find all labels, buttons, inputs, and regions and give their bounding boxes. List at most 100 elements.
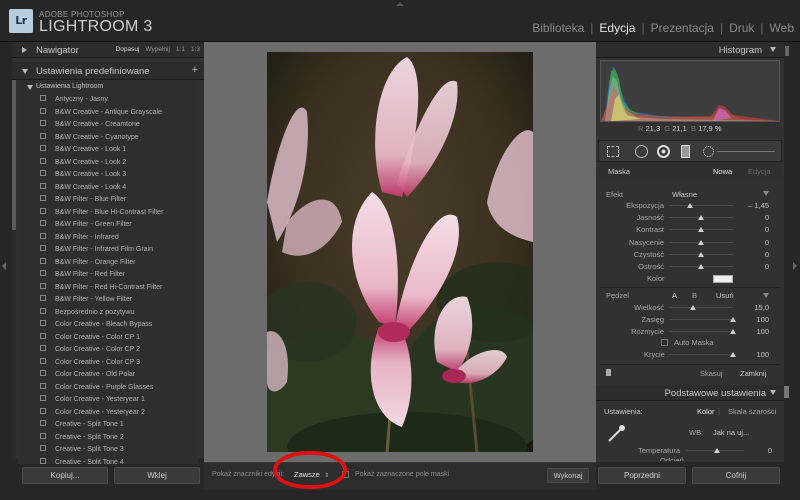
preset-item[interactable]: Color Creative - Bleach Bypass <box>40 320 152 332</box>
histogram-graph[interactable] <box>600 60 780 122</box>
brush-collapse-icon[interactable] <box>763 293 769 298</box>
temp-knob[interactable] <box>714 448 720 453</box>
reset-mask-button[interactable]: Skasuj <box>700 369 723 378</box>
folder-expand-icon[interactable] <box>27 85 33 90</box>
preset-item[interactable]: Color Creative - Color CP 1 <box>40 332 140 345</box>
slider-knob[interactable] <box>698 239 704 245</box>
slider-knob[interactable] <box>698 264 704 269</box>
presets-header[interactable]: Ustawienia predefiniowane + <box>12 62 204 80</box>
mask-edit-button[interactable]: Edycja <box>748 167 771 176</box>
preset-item[interactable]: B&W Creative - Look 3 <box>40 170 126 182</box>
preset-item[interactable]: Bezpośrednio z pozytywu <box>40 307 134 320</box>
slider-knob[interactable] <box>698 227 704 233</box>
module-library[interactable]: Biblioteka <box>532 21 584 35</box>
brush-b-button[interactable]: B <box>692 291 697 300</box>
effect-collapse-icon[interactable] <box>763 191 769 196</box>
preset-item[interactable]: B&W Creative - Creamtone <box>40 120 140 132</box>
right-scrollbar[interactable] <box>784 42 789 462</box>
eyedropper-icon[interactable] <box>606 424 626 444</box>
red-eye-icon[interactable] <box>657 145 670 158</box>
treatment-label: Ustawienia: <box>604 407 643 416</box>
density-slider[interactable] <box>669 354 733 355</box>
module-print[interactable]: Druk <box>729 21 754 35</box>
preset-icon <box>40 157 46 164</box>
slider-track[interactable] <box>669 331 733 332</box>
preset-item[interactable]: B&W Creative - Look 2 <box>40 157 126 170</box>
slider-track[interactable] <box>669 307 733 308</box>
preset-item[interactable]: B&W Filter - Red Filter <box>40 270 125 282</box>
module-web[interactable]: Web <box>770 21 794 35</box>
treatment-grayscale[interactable]: Skala szarości <box>728 407 776 416</box>
preset-item[interactable]: B&W Creative - Look 1 <box>40 145 126 157</box>
slider-knob[interactable] <box>698 215 704 221</box>
right-scroll-marker[interactable] <box>784 386 789 398</box>
preset-item[interactable]: B&W Filter - Blue Filter <box>40 195 126 207</box>
zoom-fill[interactable]: Wypełnij <box>145 46 170 53</box>
brush-erase-button[interactable]: Usuń <box>716 291 734 300</box>
preset-item[interactable]: Creative - Split Tone 2 <box>40 432 124 445</box>
slider-knob[interactable] <box>730 317 736 322</box>
mask-toggle-icon[interactable] <box>606 369 611 376</box>
photo-cyclamen[interactable] <box>267 52 533 452</box>
preset-item[interactable]: B&W Creative - Antique Grayscale <box>40 107 162 120</box>
wb-dropdown[interactable]: Jak na uj... <box>713 428 749 437</box>
preset-item[interactable]: Creative - Split Tone 3 <box>40 445 124 457</box>
previous-button[interactable]: Poprzedni <box>598 467 686 484</box>
preset-item[interactable]: B&W Creative - Look 4 <box>40 182 126 195</box>
preset-item[interactable]: Color Creative - Color CP 3 <box>40 357 141 370</box>
slider-track[interactable] <box>669 319 733 320</box>
collapse-right-icon[interactable] <box>793 262 797 270</box>
slider-knob[interactable] <box>690 305 697 310</box>
zoom-1-1[interactable]: 1:1 <box>176 46 185 53</box>
preset-item[interactable]: Color Creative - Old Polar <box>40 370 135 382</box>
preset-item[interactable]: Color Creative - Color CP 2 <box>40 345 140 357</box>
zoom-fit[interactable]: Dopasuj <box>116 46 140 53</box>
done-button[interactable]: Wykonaj <box>547 468 589 483</box>
preset-item[interactable]: B&W Filter - Infrared Film Grain <box>40 245 153 257</box>
preset-item[interactable]: B&W Filter - Infrared <box>40 232 119 245</box>
close-mask-button[interactable]: Zamknij <box>740 369 766 378</box>
brush-a-button[interactable]: A <box>672 291 677 300</box>
preset-item[interactable]: Creative - Split Tone 1 <box>40 420 124 432</box>
preset-folder[interactable]: Ustawienia Lightroom <box>36 83 103 90</box>
preset-item[interactable]: B&W Filter - Green Filter <box>40 220 132 232</box>
adjustment-brush-icon[interactable] <box>703 146 714 157</box>
paste-button[interactable]: Wklej <box>114 467 200 484</box>
module-slideshow[interactable]: Prezentacja <box>651 21 714 35</box>
crop-icon[interactable] <box>607 146 619 157</box>
right-scroll-thumb[interactable] <box>785 46 789 56</box>
preset-item[interactable]: Color Creative - Yesteryear 1 <box>40 395 145 407</box>
preset-item[interactable]: Color Creative - Purple Glasses <box>40 382 153 395</box>
preset-item[interactable]: B&W Filter - Yellow Filter <box>40 295 132 307</box>
histogram-header[interactable]: Histogram <box>596 42 784 58</box>
preset-item[interactable]: B&W Filter - Blue Hi-Contrast Filter <box>40 207 164 220</box>
slider-knob[interactable] <box>687 203 694 208</box>
preset-item-label: Color Creative - Color CP 3 <box>55 358 141 366</box>
slider-knob[interactable] <box>730 329 736 334</box>
slider-track[interactable] <box>669 205 733 206</box>
basic-header[interactable]: Podstawowe ustawienia <box>596 385 784 401</box>
add-preset-icon[interactable]: + <box>192 64 198 76</box>
density-knob[interactable] <box>730 352 736 357</box>
preset-item[interactable]: B&W Filter - Orange Filter <box>40 257 136 270</box>
preset-item[interactable]: B&W Creative - Cyanotype <box>40 132 139 145</box>
navigator-header[interactable]: Nawigator Dopasuj Wypełnij 1:1 1:3 <box>12 42 204 58</box>
auto-mask-checkbox[interactable] <box>661 339 668 346</box>
reset-button[interactable]: Cofnij <box>692 467 780 484</box>
collapse-top-icon[interactable] <box>396 2 404 6</box>
spot-removal-icon[interactable] <box>635 145 648 158</box>
slider-knob[interactable] <box>698 251 704 257</box>
graduated-filter-icon[interactable] <box>681 145 690 158</box>
preset-item[interactable]: B&W Filter - Red Hi-Contrast Filter <box>40 282 162 295</box>
preset-item[interactable]: Antyczny - Jasny <box>40 95 108 107</box>
treatment-color[interactable]: Kolor <box>697 407 715 416</box>
zoom-1-3[interactable]: 1:3 <box>191 46 200 53</box>
module-develop[interactable]: Edycja <box>599 21 635 35</box>
copy-button[interactable]: Kopiuj... <box>22 467 108 484</box>
color-swatch[interactable] <box>713 275 733 283</box>
collapse-left-icon[interactable] <box>2 262 6 270</box>
preset-scroll-thumb[interactable] <box>12 80 16 230</box>
mask-new-button[interactable]: Nowa <box>713 167 732 176</box>
effect-dropdown[interactable]: Własne <box>672 190 697 199</box>
preset-item[interactable]: Color Creative - Yesteryear 2 <box>40 407 145 420</box>
